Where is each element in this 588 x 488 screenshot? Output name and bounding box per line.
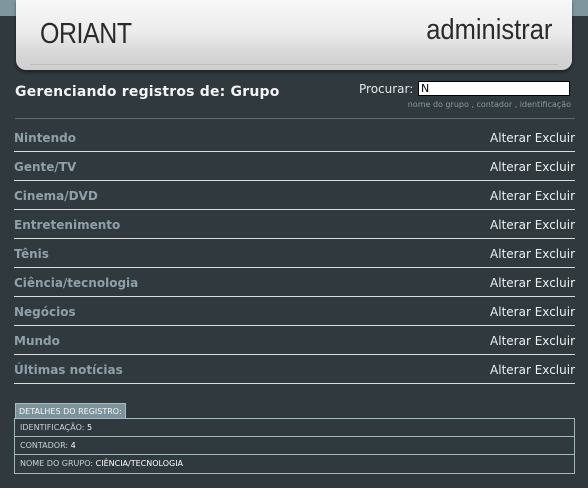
edit-link[interactable]: Alterar xyxy=(490,276,531,290)
divider xyxy=(15,118,575,119)
list-item: Tênis Alterar Excluir xyxy=(14,239,575,268)
detail-row-id: IDENTIFICAÇÃO: 5 xyxy=(15,419,574,437)
header-corner-left xyxy=(0,0,16,16)
record-name[interactable]: Tênis xyxy=(14,247,49,261)
header-corner-right xyxy=(572,0,588,16)
record-name[interactable]: Cinema/DVD xyxy=(14,189,98,203)
detail-label: IDENTIFICAÇÃO: xyxy=(20,423,85,432)
admin-label[interactable]: administrar xyxy=(426,14,552,47)
list-item: Entretenimento Alterar Excluir xyxy=(14,210,575,239)
details-panel: IDENTIFICAÇÃO: 5 CONTADOR: 4 NOME DO GRU… xyxy=(14,418,575,474)
edit-link[interactable]: Alterar xyxy=(490,334,531,348)
list-item: Últimas notícias Alterar Excluir xyxy=(14,355,575,384)
logo[interactable]: ORIANT xyxy=(40,18,132,51)
delete-link[interactable]: Excluir xyxy=(535,334,575,348)
header-banner: ORIANT administrar xyxy=(16,0,572,70)
search-hint: nome do grupo , contador , identificação xyxy=(407,100,571,109)
edit-link[interactable]: Alterar xyxy=(490,305,531,319)
delete-link[interactable]: Excluir xyxy=(535,218,575,232)
detail-value: CIÊNCIA/TECNOLOGIA xyxy=(95,459,184,468)
list-item: Nintendo Alterar Excluir xyxy=(14,123,575,152)
edit-link[interactable]: Alterar xyxy=(490,160,531,174)
delete-link[interactable]: Excluir xyxy=(535,247,575,261)
list-item: Cinema/DVD Alterar Excluir xyxy=(14,181,575,210)
record-actions: Alterar Excluir xyxy=(490,305,575,319)
details-tab: DETALHES DO REGISTRO: xyxy=(15,403,126,418)
delete-link[interactable]: Excluir xyxy=(535,131,575,145)
record-actions: Alterar Excluir xyxy=(490,247,575,261)
record-list: Nintendo Alterar Excluir Gente/TV Altera… xyxy=(14,123,575,384)
record-name[interactable]: Ciência/tecnologia xyxy=(14,276,138,290)
detail-label: NOME DO GRUPO: xyxy=(20,459,94,468)
record-name[interactable]: Mundo xyxy=(14,334,60,348)
detail-value: 4 xyxy=(70,441,76,450)
list-item: Negócios Alterar Excluir xyxy=(14,297,575,326)
record-actions: Alterar Excluir xyxy=(490,131,575,145)
record-actions: Alterar Excluir xyxy=(490,189,575,203)
edit-link[interactable]: Alterar xyxy=(490,218,531,232)
list-item: Gente/TV Alterar Excluir xyxy=(14,152,575,181)
edit-link[interactable]: Alterar xyxy=(490,247,531,261)
record-name[interactable]: Gente/TV xyxy=(14,160,76,174)
list-item: Ciência/tecnologia Alterar Excluir xyxy=(14,268,575,297)
record-actions: Alterar Excluir xyxy=(490,363,575,377)
edit-link[interactable]: Alterar xyxy=(490,189,531,203)
page-title: Gerenciando registros de: Grupo xyxy=(15,84,280,100)
record-actions: Alterar Excluir xyxy=(490,276,575,290)
page: ORIANT administrar Gerenciando registros… xyxy=(0,0,588,488)
detail-value: 5 xyxy=(87,423,93,432)
record-actions: Alterar Excluir xyxy=(490,334,575,348)
delete-link[interactable]: Excluir xyxy=(535,189,575,203)
delete-link[interactable]: Excluir xyxy=(535,160,575,174)
record-actions: Alterar Excluir xyxy=(490,218,575,232)
delete-link[interactable]: Excluir xyxy=(535,363,575,377)
search-label: Procurar: xyxy=(359,82,414,96)
record-name[interactable]: Nintendo xyxy=(14,131,76,145)
delete-link[interactable]: Excluir xyxy=(535,276,575,290)
record-name[interactable]: Últimas notícias xyxy=(14,363,123,377)
record-name[interactable]: Negócios xyxy=(14,305,76,319)
edit-link[interactable]: Alterar xyxy=(490,131,531,145)
edit-link[interactable]: Alterar xyxy=(490,363,531,377)
detail-row-group-name: NOME DO GRUPO: CIÊNCIA/TECNOLOGIA xyxy=(15,455,574,473)
detail-label: CONTADOR: xyxy=(20,441,69,450)
delete-link[interactable]: Excluir xyxy=(535,305,575,319)
search-input[interactable] xyxy=(418,81,570,96)
record-name[interactable]: Entretenimento xyxy=(14,218,120,232)
detail-row-counter: CONTADOR: 4 xyxy=(15,437,574,455)
record-actions: Alterar Excluir xyxy=(490,160,575,174)
list-item: Mundo Alterar Excluir xyxy=(14,326,575,355)
